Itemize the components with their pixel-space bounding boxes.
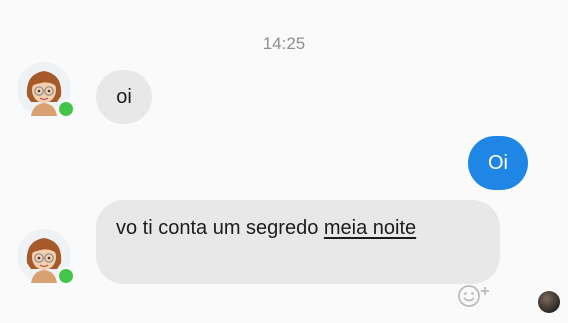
add-reaction-button[interactable] [456,282,496,308]
online-dot-icon [57,100,75,118]
message-link[interactable]: meia noite [324,217,416,239]
message-text: oi [116,86,132,108]
message-text: vo ti conta um segredo [116,217,324,239]
contact-avatar[interactable] [17,62,75,118]
contact-avatar[interactable] [17,229,75,285]
message-text: Oi [488,152,508,174]
incoming-message-bubble[interactable]: oi [96,70,152,124]
message-timestamp: 14:25 [262,34,306,53]
seen-avatar [538,291,560,313]
online-dot-icon [57,267,75,285]
add-reaction-icon [458,285,489,307]
incoming-message-bubble[interactable]: vo ti conta um segredo meia noite [96,200,500,284]
outgoing-message-bubble[interactable]: Oi [468,136,528,190]
